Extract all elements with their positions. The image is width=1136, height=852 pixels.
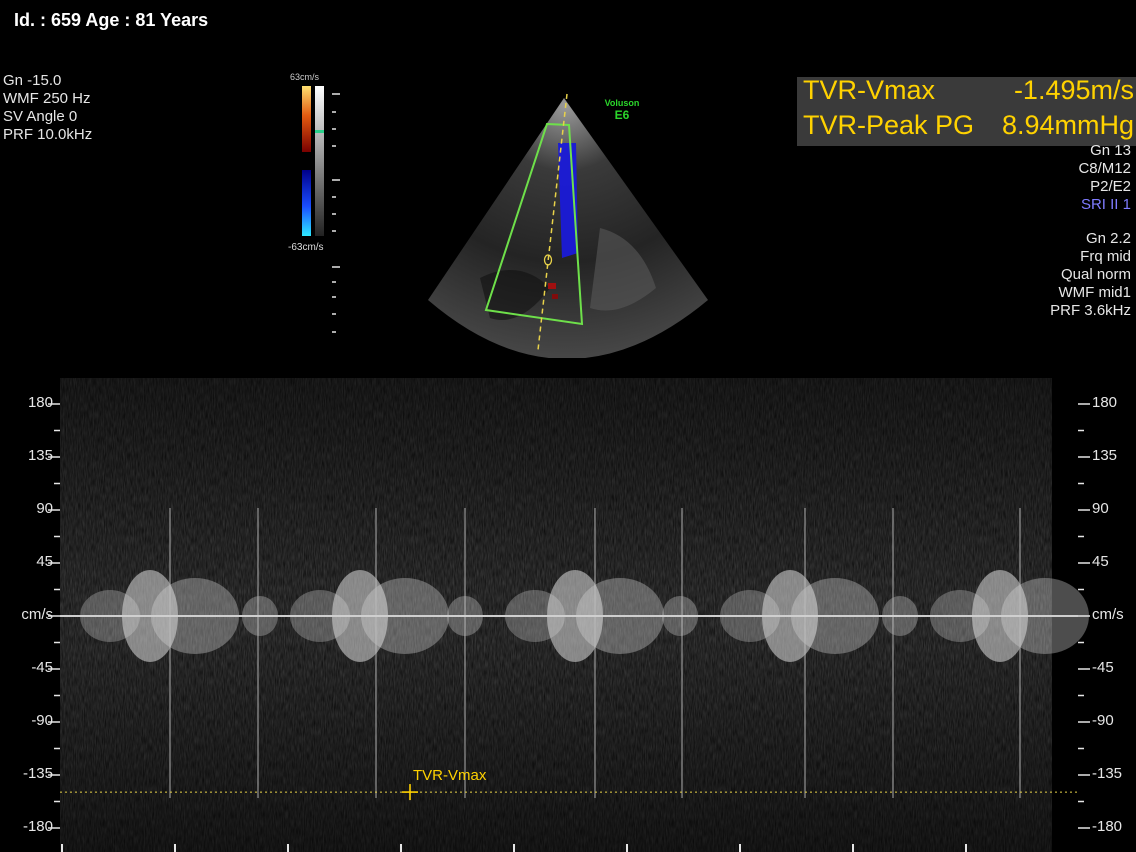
velocity-tick-label: 180	[1092, 394, 1118, 411]
velocity-tick-label: 135	[27, 447, 53, 464]
measurement-results: TVR-Vmax -1.495m/s TVR-Peak PG 8.94mmHg	[797, 75, 1136, 146]
velocity-tick-label: 180	[27, 394, 53, 411]
color-doppler-params: Gn -15.0 WMF 250 Hz SV Angle 0 PRF 10.0k…	[3, 72, 92, 144]
param-line: SV Angle 0	[3, 108, 78, 125]
measurement-name: TVR-Peak PG	[803, 110, 975, 140]
param-line: PRF 10.0kHz	[3, 126, 93, 143]
velocity-tick-label: 135	[1092, 447, 1118, 464]
velocity-tick-label: -180	[22, 818, 53, 835]
velocity-tick-label: 90	[36, 500, 53, 517]
sector-image	[428, 93, 708, 358]
velocity-tick-label: cm/s	[1092, 606, 1124, 623]
patient-info: Id. : 659 Age : 81 Years	[14, 10, 209, 30]
velocity-tick-label: -90	[1092, 712, 1114, 729]
brand-model: E6	[614, 108, 630, 122]
measurement-value: -1.495m/s	[1013, 75, 1134, 105]
velocity-tick-label: 45	[1092, 553, 1109, 570]
param-line: Gn 13	[1090, 142, 1131, 159]
velocity-ticks-right	[1078, 403, 1090, 829]
velocity-tick-label: -135	[22, 765, 53, 782]
param-line: C8/M12	[1078, 160, 1131, 177]
param-line: P2/E2	[1090, 178, 1131, 195]
pw-doppler-params: Gn 13 C8/M12 P2/E2 SRI II 1 Gn 2.2 Frq m…	[1050, 142, 1131, 320]
spectral-doppler-trace	[48, 378, 1090, 852]
param-line: SRI II 1	[1080, 196, 1131, 213]
param-line: PRF 3.6kHz	[1050, 302, 1131, 319]
velocity-tick-label: -45	[1092, 659, 1114, 676]
param-line: WMF mid1	[1058, 284, 1132, 301]
param-line: Gn -15.0	[3, 72, 62, 89]
brand-logo: Voluson E6	[596, 97, 648, 121]
marker-label: TVR-Vmax	[413, 767, 487, 784]
velocity-tick-label: cm/s	[21, 606, 53, 623]
velocity-tick-label: -180	[1092, 818, 1123, 835]
velocity-tick-label: 90	[1092, 500, 1109, 517]
param-line: Qual norm	[1060, 266, 1131, 283]
param-line: Frq mid	[1080, 248, 1131, 265]
color-velocity-bar	[302, 86, 340, 333]
colorbar-max-label: 63cm/s	[290, 72, 320, 82]
velocity-tick-label: -90	[31, 712, 53, 729]
param-line: WMF 250 Hz	[3, 90, 91, 107]
velocity-tick-label: -45	[31, 659, 53, 676]
colorbar-min-label: -63cm/s	[288, 242, 324, 253]
velocity-tick-label: -135	[1092, 765, 1123, 782]
measurement-value: 8.94mmHg	[1001, 110, 1134, 140]
measurement-name: TVR-Vmax	[803, 75, 936, 105]
velocity-tick-label: 45	[36, 553, 53, 570]
param-line: Gn 2.2	[1085, 230, 1131, 247]
